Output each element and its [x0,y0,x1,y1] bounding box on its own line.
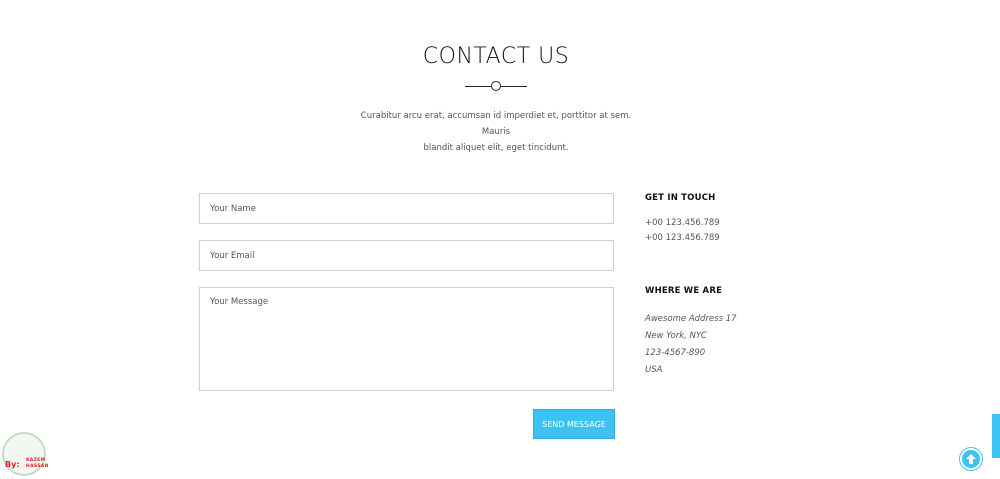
phone-number: +00 123.456.789 [645,233,720,243]
intro-line-2: blandit aliquet elit, eget tincidunt. [423,143,569,153]
watermark-logo: By: KAZEM HASSAN [0,430,64,478]
scroll-to-top-button[interactable] [960,448,982,470]
intro-line-1: Curabitur arcu erat, accumsan id imperdi… [360,111,632,137]
watermark-name-line-1: KAZEM [26,458,46,463]
divider-circle-icon [491,81,501,91]
send-message-button[interactable]: SEND MESSAGE [533,409,615,439]
address-line: 123-4567-890 [645,348,706,358]
divider-line-right [501,85,527,87]
address-list: Awesome Address 17 New York, NYC 123-456… [645,311,737,379]
watermark-name: KAZEM HASSAN [26,458,49,470]
arrow-up-icon [966,454,976,464]
title-divider [465,80,527,92]
side-panel-tab[interactable] [992,414,1000,458]
address-line: Awesome Address 17 [645,314,737,324]
intro-text: Curabitur arcu erat, accumsan id imperdi… [350,108,642,156]
page-title: CONTACT US [422,44,570,69]
message-textarea[interactable] [199,287,614,391]
address-line: USA [645,365,663,375]
address-line: New York, NYC [645,331,707,341]
watermark-by: By: [5,460,20,469]
email-input[interactable] [199,240,614,271]
get-in-touch-heading: GET IN TOUCH [645,193,716,203]
watermark-name-line-2: HASSAN [26,464,49,469]
name-input[interactable] [199,193,614,224]
phone-number: +00 123.456.789 [645,218,720,228]
divider-line-left [465,85,491,87]
where-we-are-heading: WHERE WE ARE [645,286,723,296]
